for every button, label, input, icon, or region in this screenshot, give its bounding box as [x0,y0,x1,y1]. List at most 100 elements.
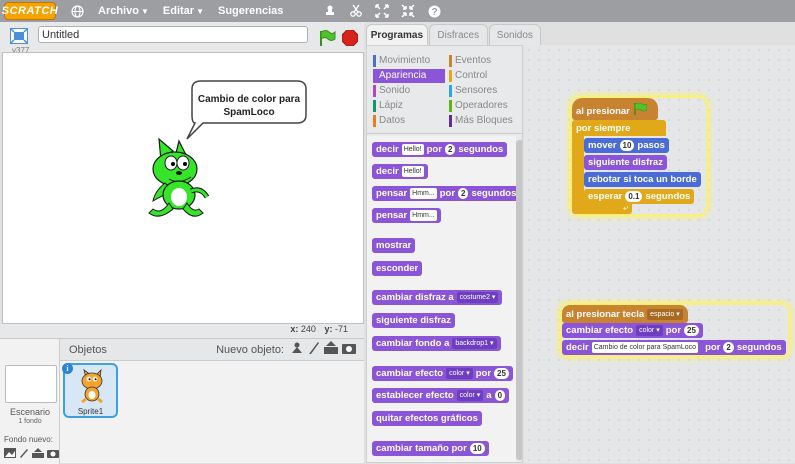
block-pensar-por[interactable]: pensar Hmm... por 2 segundos [372,186,521,201]
backdrop-library-icon[interactable] [4,448,16,461]
menu-archivo[interactable]: Archivo ▼ [98,5,149,17]
tab-programas[interactable]: Programas [366,24,428,45]
block-number-input[interactable]: 25 [684,325,699,336]
block-number-input[interactable]: 0 [494,390,506,401]
tab-sonidos[interactable]: Sonidos [488,24,542,45]
block-number-input[interactable]: 2 [458,188,469,199]
chevron-down-icon: ▼ [196,6,204,16]
grow-icon[interactable] [375,4,390,18]
editor-tabs: Programas Disfraces Sonidos [366,24,542,46]
category-sonido[interactable]: Sonido [373,84,445,98]
duplicate-icon[interactable] [323,4,337,18]
block-dropdown[interactable]: costume2 ▾ [456,292,499,303]
script-area[interactable]: al presionar por siempre ⤶ mover 10 pasos … [524,45,795,463]
block-text: decir [376,144,399,155]
block-dropdown[interactable]: color ▾ [446,368,473,379]
block-number-input[interactable]: 25 [494,368,509,379]
script-flag-forever[interactable]: al presionar por siempre ⤶ mover 10 pasos … [572,98,708,214]
forever-block[interactable]: por siempre [572,120,666,136]
paint-backdrop-icon[interactable] [19,448,29,461]
menu-sugerencias[interactable]: Sugerencias [218,5,283,17]
block-number-input[interactable]: 10 [469,443,485,454]
block-text-input[interactable]: Hello! [401,166,424,177]
block-dropdown[interactable]: color ▾ [456,390,484,401]
bounce-block[interactable]: rebotar si toca un borde [584,172,701,187]
cut-icon[interactable] [349,4,363,18]
camera-sprite-icon[interactable] [342,342,356,357]
category-control[interactable]: Control [449,69,521,83]
project-title-input[interactable] [38,26,308,43]
block-text-input[interactable]: Cambio de color para SpamLoco [591,342,699,353]
wait-block[interactable]: esperar 0.1 segundos [584,189,695,204]
block-text: por [665,325,682,336]
y-label: y: [324,324,333,334]
move-block[interactable]: mover 10 pasos [584,138,669,153]
camera-backdrop-icon[interactable] [47,448,59,461]
tab-disfraces[interactable]: Disfraces [428,24,488,45]
hat-key-press-block[interactable]: al presionar tecla espacio ▾ [562,305,688,323]
palette-scrollbar[interactable] [516,136,522,462]
category-movimiento[interactable]: Movimiento [373,54,445,68]
stage[interactable]: Cambio de color para SpamLoco [2,52,364,324]
x-label: x: [290,324,299,334]
cat-sprite[interactable] [148,137,210,217]
block-establecer-efecto[interactable]: establecer efecto color ▾ a 0 [372,388,510,403]
say-for-block[interactable]: decir Cambio de color para SpamLoco por 2 se… [562,340,786,355]
next-costume-block[interactable]: siguiente disfraz [584,155,667,170]
block-number-input[interactable]: 2 [444,144,456,155]
sprite-thumbnail[interactable]: i Sprite1 [62,363,118,418]
palette-scroll-thumb[interactable] [516,140,522,460]
block-number-input[interactable]: 10 [619,140,635,151]
upload-backdrop-icon[interactable] [32,448,44,461]
effect-dropdown[interactable]: color ▾ [636,325,663,336]
block-text-input[interactable]: Hmm... [410,210,437,221]
block-pensar[interactable]: pensar Hmm... [372,208,441,223]
shrink-icon[interactable] [401,4,415,18]
block-text-input[interactable]: Hello! [401,144,424,155]
scratch-logo[interactable]: SCRATCH [2,2,58,20]
presentation-mode-icon[interactable] [10,28,28,47]
block-esconder[interactable]: esconder [372,261,423,276]
block-text-input[interactable]: Hmm... [410,188,437,199]
stage-backdrop-count: 1 fondo [18,418,42,425]
globe-icon[interactable] [70,4,84,18]
script-key-press[interactable]: al presionar tecla espacio ▾ cambiar efec… [562,305,788,357]
block-mostrar[interactable]: mostrar [372,238,416,253]
upload-sprite-icon[interactable] [324,341,338,358]
sprite-library-icon[interactable] [290,341,304,358]
block-cambiar-disfraz[interactable]: cambiar disfraz a costume2 ▾ [372,290,503,305]
paint-sprite-icon[interactable] [308,341,320,358]
dropdown-value: color [459,392,475,399]
block-cambiar-fondo[interactable]: cambiar fondo a backdrop1 ▾ [372,336,501,351]
category-color-swatch [449,85,452,97]
green-flag-icon[interactable] [318,30,336,49]
block-decir[interactable]: decir Hello! [372,164,428,179]
stage-thumbnail[interactable] [5,365,57,403]
menu-archivo-label: Archivo [98,5,139,17]
block-cambiar-efecto[interactable]: cambiar efecto color ▾ por 25 [372,366,513,381]
block-number-input[interactable]: 0.1 [625,191,643,202]
category-lapiz[interactable]: Lápiz [373,99,445,113]
block-decir-por[interactable]: decir Hello! por 2 segundos [372,142,508,157]
block-siguiente-disfraz[interactable]: siguiente disfraz [372,313,455,328]
category-datos[interactable]: Datos [373,114,445,128]
category-label: Movimiento [379,55,431,66]
category-eventos[interactable]: Eventos [449,54,521,68]
key-dropdown[interactable]: espacio ▾ [647,308,683,320]
category-mas-bloques[interactable]: Más Bloques [449,114,521,128]
hat-green-flag-block[interactable]: al presionar [572,98,658,120]
block-cambiar-tamano[interactable]: cambiar tamaño por 10 [372,441,489,456]
help-icon[interactable]: ? [427,4,441,18]
change-effect-block[interactable]: cambiar efecto color ▾ por 25 [562,323,703,338]
block-quitar-efectos[interactable]: quitar efectos gráficos [372,411,482,426]
block-number-input[interactable]: 2 [723,342,734,353]
dropdown-value: color [639,327,655,334]
category-sensores[interactable]: Sensores [449,84,521,98]
category-apariencia[interactable]: Apariencia [373,69,445,83]
block-dropdown[interactable]: backdrop1 ▾ [452,338,497,349]
menu-editar[interactable]: Editar ▼ [163,5,204,17]
category-color-swatch [449,100,452,112]
block-text: segundos [471,188,517,199]
category-operadores[interactable]: Operadores [449,99,521,113]
stop-sign-icon[interactable] [341,29,359,49]
